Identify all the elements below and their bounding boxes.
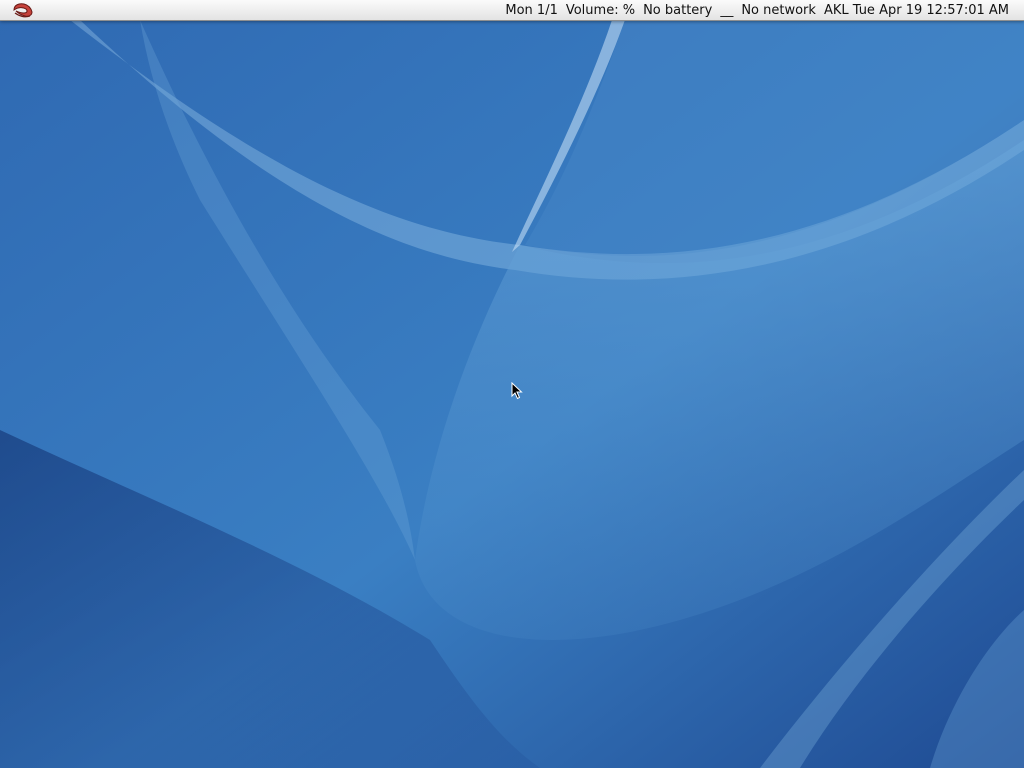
arrow-cursor-icon xyxy=(511,381,523,400)
volume-indicator[interactable]: Volume: % xyxy=(566,3,635,18)
workspace-indicator[interactable]: Mon 1/1 xyxy=(505,3,557,18)
network-indicator[interactable]: No network xyxy=(741,3,816,18)
app-menu-logo-icon[interactable] xyxy=(11,1,35,19)
status-area: Mon 1/1 Volume: % No battery __ No netwo… xyxy=(505,0,1009,20)
battery-indicator: No battery xyxy=(643,2,713,18)
status-separator: __ xyxy=(720,2,734,18)
top-menubar: Mon 1/1 Volume: % No battery __ No netwo… xyxy=(0,0,1024,21)
clock[interactable]: AKL Tue Apr 19 12:57:01 AM xyxy=(824,3,1009,18)
